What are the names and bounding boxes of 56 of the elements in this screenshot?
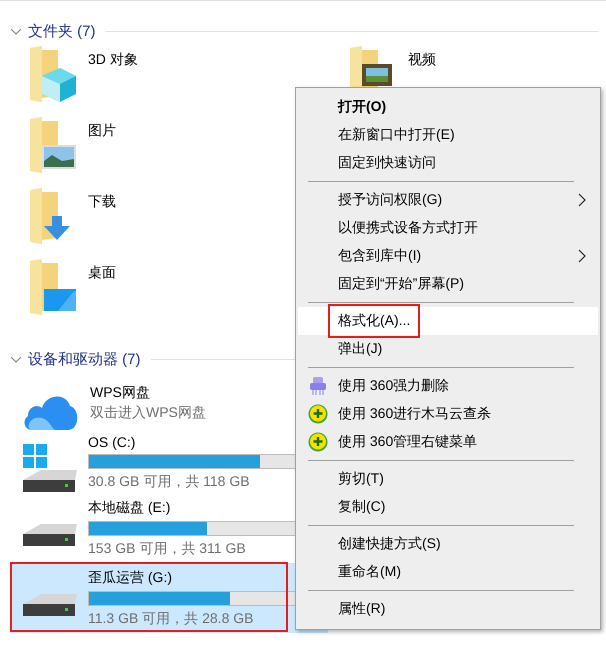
- menu-item[interactable]: 弹出(J): [298, 335, 598, 363]
- folder-name: 3D 对象: [88, 51, 138, 69]
- folder-name: 视频: [408, 51, 436, 69]
- menu-label: 创建快捷方式(S): [338, 535, 441, 553]
- menu-item[interactable]: 创建快捷方式(S): [298, 530, 598, 558]
- menu-label: 授予访问权限(G): [338, 191, 442, 209]
- menu-label: 在新窗口中打开(E): [338, 126, 455, 144]
- menu-item[interactable]: 格式化(A)...: [298, 307, 598, 335]
- folder-name: 下载: [88, 193, 116, 211]
- menu-label: 固定到“开始”屏幕(P): [338, 275, 464, 293]
- menu-label: 使用 360管理右键菜单: [338, 433, 478, 451]
- folder-item[interactable]: 下载: [28, 185, 116, 256]
- folder-name: 桌面: [88, 264, 116, 282]
- hard-drive-icon: [22, 593, 78, 617]
- menu-item[interactable]: 打开(O): [298, 93, 598, 121]
- menu-label: 弹出(J): [338, 340, 382, 358]
- menu-item[interactable]: 剪切(T): [298, 465, 598, 493]
- drive-caption: 双击进入WPS网盘: [90, 404, 206, 422]
- menu-label: 复制(C): [338, 498, 386, 516]
- menu-item[interactable]: 固定到“开始”屏幕(P): [298, 270, 598, 298]
- menu-item[interactable]: 授予访问权限(G): [298, 186, 598, 214]
- menu-label: 以便携式设备方式打开: [338, 219, 478, 237]
- section-title: 文件夹 (7): [28, 22, 96, 40]
- drive-caption: 11.3 GB 可用，共 28.8 GB: [88, 610, 254, 628]
- drive-caption: 30.8 GB 可用，共 118 GB: [88, 472, 250, 490]
- menu-item[interactable]: 固定到快速访问: [298, 149, 598, 177]
- menu-item[interactable]: 复制(C): [298, 493, 598, 521]
- menu-item[interactable]: 以便携式设备方式打开: [298, 214, 598, 242]
- drive-name: OS (C:): [88, 434, 136, 450]
- folder-item[interactable]: 3D 对象: [28, 43, 138, 114]
- shredder-icon: [308, 376, 328, 396]
- windows-drive-icon: [22, 444, 78, 494]
- menu-label: 格式化(A)...: [338, 312, 410, 328]
- menu-label: 使用 360强力删除: [338, 377, 450, 395]
- menu-label: 打开(O): [338, 98, 386, 116]
- drive-name: 歪瓜运营 (G:): [88, 568, 172, 586]
- menu-label: 包含到库中(I): [338, 247, 422, 265]
- plus-circle-icon: [308, 404, 328, 424]
- menu-label: 剪切(T): [338, 470, 384, 488]
- menu-label: 固定到快速访问: [338, 154, 436, 172]
- menu-item[interactable]: 使用 360管理右键菜单: [298, 428, 598, 456]
- folder-item[interactable]: 图片: [28, 114, 116, 185]
- menu-item[interactable]: 在新窗口中打开(E): [298, 121, 598, 149]
- hard-drive-icon: [22, 523, 78, 547]
- plus-circle-icon: [308, 432, 328, 452]
- menu-item[interactable]: 包含到库中(I): [298, 242, 598, 270]
- menu-label: 重命名(M): [338, 563, 401, 581]
- menu-label: 使用 360进行木马云查杀: [338, 405, 492, 423]
- drive-caption: 153 GB 可用，共 311 GB: [88, 540, 246, 558]
- drive-name: WPS网盘: [90, 384, 150, 402]
- drive-item[interactable]: 歪瓜运营 (G:) 11.3 GB 可用，共 28.8 GB: [12, 563, 328, 633]
- drive-name: 本地磁盘 (E:): [88, 498, 170, 516]
- section-title: 设备和驱动器 (7): [28, 350, 140, 368]
- folder-item[interactable]: 桌面: [28, 256, 116, 327]
- menu-label: 属性(R): [338, 600, 386, 618]
- folder-name: 图片: [88, 122, 116, 140]
